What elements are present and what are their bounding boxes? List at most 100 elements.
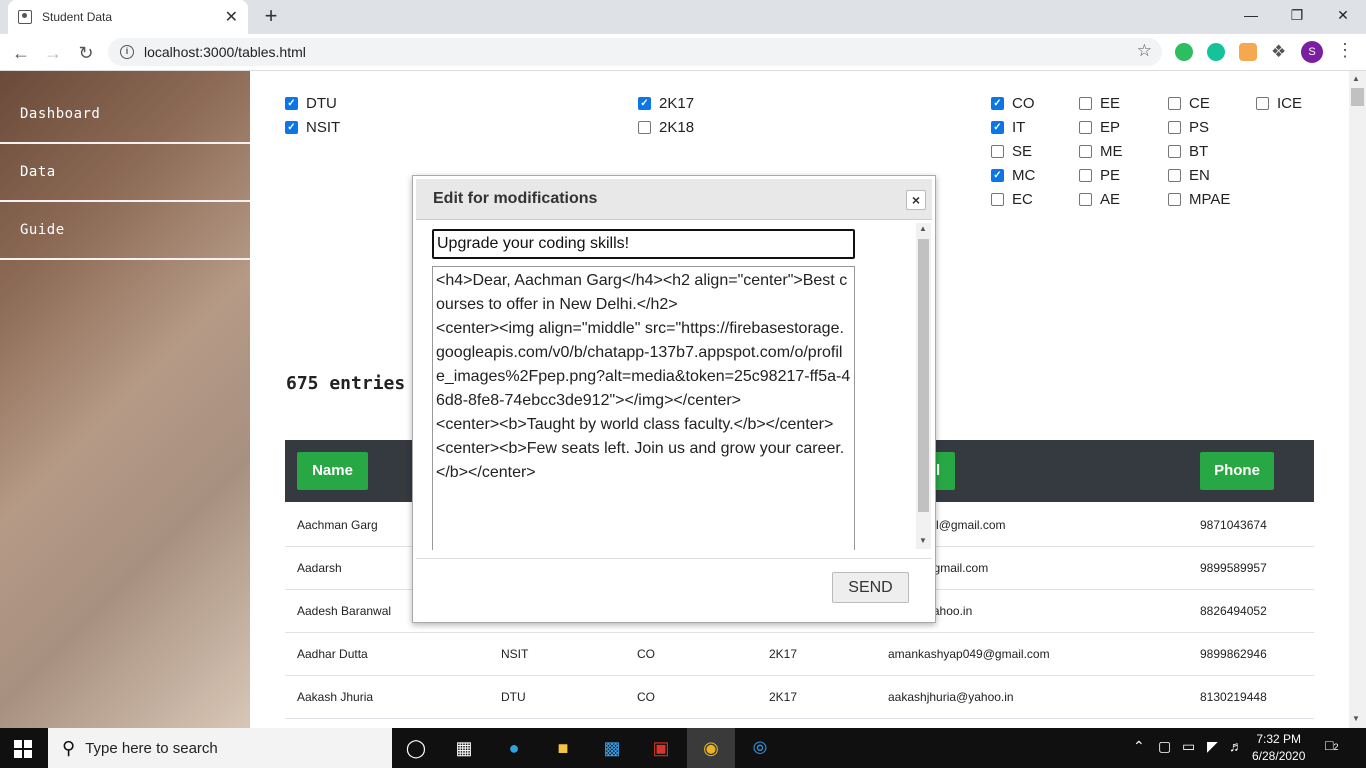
owl-extension-icon[interactable] [1239,43,1257,61]
page-scroll-thumb[interactable] [1351,88,1364,106]
edge-icon[interactable]: ● [500,734,528,762]
modal-scroll-down-icon[interactable]: ▼ [919,536,927,545]
checkbox[interactable] [638,121,651,134]
tray-wifi-icon[interactable]: ◤ [1207,738,1218,755]
sidebar-item-data[interactable]: Data [0,144,250,202]
filter-year-2k17[interactable]: ✓ 2K17 [638,95,694,112]
checkbox[interactable] [1168,169,1181,182]
filter-branch-ec[interactable]: EC [991,191,1033,208]
scroll-up-arrow-icon[interactable]: ▲ [1352,74,1360,83]
checkbox[interactable] [1079,193,1092,206]
filter-branch-bt[interactable]: BT [1168,143,1208,160]
profile-avatar[interactable]: S [1301,41,1323,63]
filter-branch-ce[interactable]: CE [1168,95,1210,112]
checkbox[interactable]: ✓ [285,97,298,110]
filter-branch-ae[interactable]: AE [1079,191,1120,208]
checkbox[interactable] [1168,193,1181,206]
checkbox[interactable] [1079,145,1092,158]
filter-branch-it[interactable]: ✓ IT [991,119,1025,136]
filter-branch-se[interactable]: SE [991,143,1032,160]
checkbox[interactable] [991,145,1004,158]
cortana-icon[interactable]: ◯ [402,734,430,762]
checkbox[interactable]: ✓ [991,121,1004,134]
checkbox[interactable] [1079,121,1092,134]
checkbox[interactable] [1079,169,1092,182]
page-scrollbar[interactable] [1349,71,1366,728]
checkbox[interactable] [1256,97,1269,110]
store-icon[interactable]: ▩ [598,734,626,762]
browser-tab[interactable]: Student Data ✕ [8,0,248,34]
back-button[interactable]: ← [8,40,34,66]
entries-count: 675 entries [286,373,406,394]
filter-branch-mpae[interactable]: MPAE [1168,191,1230,208]
extensions-puzzle-icon[interactable]: ❖ [1271,42,1286,62]
message-body-textarea[interactable]: <h4>Dear, Aachman Garg</h4><h2 align="ce… [432,266,855,550]
modal-scroll-up-icon[interactable]: ▲ [919,224,927,233]
reload-button[interactable]: ↻ [73,40,99,66]
filter-year-2k18[interactable]: 2K18 [638,119,694,136]
search-icon: ⚲ [62,737,76,758]
file-explorer-icon[interactable]: ■ [549,734,577,762]
tray-network-icon[interactable]: ▭ [1182,738,1195,755]
checkbox[interactable] [991,193,1004,206]
close-window-button[interactable]: ✕ [1320,0,1366,30]
filter-branch-ps[interactable]: PS [1168,119,1209,136]
scroll-down-arrow-icon[interactable]: ▼ [1352,714,1360,723]
checkbox[interactable] [1168,97,1181,110]
filter-college-nsit[interactable]: ✓ NSIT [285,119,340,136]
tab-close-icon[interactable]: ✕ [225,7,238,27]
checkbox[interactable]: ✓ [991,169,1004,182]
task-view-icon[interactable]: ▦ [450,734,478,762]
modal-close-button[interactable]: × [906,190,926,210]
taskbar-clock[interactable]: 7:32 PM 6/28/2020 [1252,731,1305,765]
cell-phone: 9871043674 [1200,518,1267,532]
cell-name: Aadhar Dutta [297,647,368,661]
modal-scroll-thumb[interactable] [918,239,929,512]
checkbox[interactable] [1168,121,1181,134]
filter-branch-ep[interactable]: EP [1079,119,1120,136]
new-tab-button[interactable]: + [258,4,284,30]
table-row[interactable]: Aadhar Dutta NSIT CO 2K17 amankashyap049… [285,633,1314,676]
windows-start-icon[interactable] [14,740,32,758]
filter-branch-ice[interactable]: ICE [1256,95,1302,112]
sidebar-item-dashboard[interactable]: Dashboard [0,86,250,144]
restore-button[interactable]: ❐ [1274,0,1320,30]
taskbar-search-box[interactable]: ⚲ Type here to search [48,728,392,768]
tray-volume-icon[interactable]: ♬ [1229,738,1243,754]
filter-branch-en[interactable]: EN [1168,167,1210,184]
filter-branch-ee[interactable]: EE [1079,95,1120,112]
table-row[interactable]: Aakash Jhuria DTU CO 2K17 aakashjhuria@y… [285,676,1314,719]
filter-branch-me[interactable]: ME [1079,143,1123,160]
minimize-button[interactable]: — [1228,0,1274,30]
checkbox[interactable] [1168,145,1181,158]
browser-menu-icon[interactable]: ⋮ [1336,40,1354,61]
grammarly-extension-icon[interactable] [1207,43,1225,61]
vscode-icon[interactable]: ⦾ [746,734,774,762]
evernote-extension-icon[interactable] [1175,43,1193,61]
forward-button[interactable]: → [40,40,66,66]
notification-icon[interactable]: □2 [1325,737,1338,753]
chrome-icon[interactable]: ◉ [697,734,725,762]
bookmark-star-icon[interactable]: ☆ [1137,41,1152,61]
cell-phone: 9899589957 [1200,561,1267,575]
checkbox[interactable]: ✓ [638,97,651,110]
filter-branch-co[interactable]: ✓ CO [991,95,1035,112]
sidebar-item-guide[interactable]: Guide [0,202,250,260]
checkbox[interactable]: ✓ [991,97,1004,110]
sort-phone-button[interactable]: Phone [1200,452,1274,490]
sort-name-button[interactable]: Name [297,452,368,490]
gift-app-icon[interactable]: ▣ [647,734,675,762]
filter-college-dtu[interactable]: ✓ DTU [285,95,337,112]
checkbox[interactable] [1079,97,1092,110]
filter-branch-pe[interactable]: PE [1079,167,1120,184]
clock-time: 7:32 PM [1256,732,1302,746]
site-info-icon[interactable]: i [120,45,134,59]
filter-branch-mc[interactable]: ✓ MC [991,167,1035,184]
address-bar[interactable]: i localhost:3000/tables.html ☆ [108,38,1162,66]
send-button[interactable]: SEND [832,572,909,603]
tab-title: Student Data [42,10,113,24]
checkbox[interactable]: ✓ [285,121,298,134]
tray-chevron-icon[interactable]: ⌃ [1133,738,1145,755]
subject-input[interactable] [432,229,855,259]
tray-battery-icon[interactable]: ▢ [1158,738,1171,755]
